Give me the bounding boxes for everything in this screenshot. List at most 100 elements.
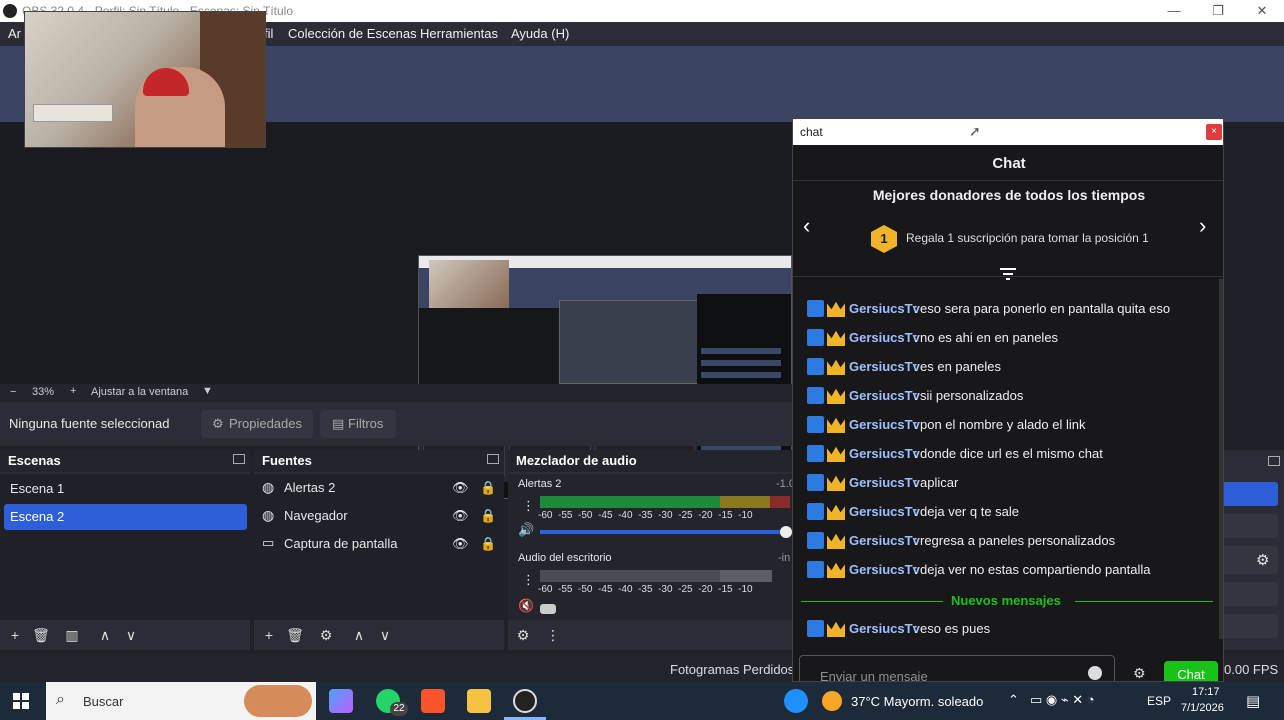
move-down-icon[interactable]: ∨ [376,626,394,644]
chat-text: regresa a paneles personalizados [920,533,1116,548]
scene-item[interactable]: Escena 1 [4,476,247,502]
chevron-right-icon[interactable]: › [1199,213,1206,239]
crown-badge-icon [827,301,845,317]
move-up-icon[interactable]: ∧ [350,626,368,644]
minimize-button[interactable]: — [1152,0,1196,22]
source-item[interactable]: ▭ Captura de pantalla 👁 🔒 [260,532,500,556]
clock-time[interactable]: 17:17 [1192,686,1220,698]
chat-text: sii personalizados [920,388,1024,403]
extension-badge-icon [807,300,824,317]
source-item[interactable]: ◍ Alertas 2 👁 🔒 [260,476,500,500]
maximize-button[interactable]: ❐ [1196,0,1240,22]
dock-float-icon[interactable] [233,454,245,464]
add-icon[interactable]: + [6,626,24,644]
chat-username[interactable]: GersiucsTv [849,621,920,636]
chat-text: aplicar [920,475,959,490]
emoji-icon[interactable] [1088,666,1102,680]
extension-badge-icon [807,358,824,375]
obs-taskbar-icon[interactable] [513,689,537,713]
crown-badge-icon [827,621,845,637]
chat-username[interactable]: GersiucsTv [849,475,920,490]
chat-username[interactable]: GersiucsTv [849,504,920,519]
notifications-icon[interactable]: ▤ [1246,692,1260,710]
tray-icons[interactable]: ▭ ◉ ⌁ ✕ ◔ [1030,692,1095,708]
filter-panel-icon[interactable]: ▥ [63,626,81,644]
chat-scrollbar[interactable] [1219,279,1223,639]
volume-slider-handle[interactable] [780,526,792,538]
taskbar-search[interactable]: ⌕ Buscar [46,682,316,720]
file-explorer-icon[interactable] [467,689,491,713]
copilot-icon[interactable] [329,689,353,713]
sun-weather-icon [822,691,842,711]
chevron-left-icon[interactable]: ‹ [803,213,810,239]
trash-icon[interactable]: 🗑 [286,626,304,644]
lock-icon[interactable]: 🔒 [480,480,496,496]
speaker-muted-icon[interactable]: 🔇 [518,598,534,614]
search-placeholder: Buscar [83,694,124,709]
chevron-up-icon[interactable]: ⌃ [1008,692,1019,708]
advanced-audio-icon[interactable]: ⚙ [514,626,532,644]
chat-username[interactable]: GersiucsTv [849,359,920,374]
chat-close-button[interactable]: × [1206,124,1222,140]
control-button[interactable] [1222,582,1278,606]
start-streaming-button[interactable] [1222,482,1278,506]
no-source-label: Ninguna fuente seleccionad [9,416,170,431]
trash-icon[interactable]: 🗑 [32,626,50,644]
zoom-out-button[interactable]: − [10,386,16,398]
clock-date[interactable]: 7/1/2026 [1181,702,1224,714]
weather-text[interactable]: 37°C Mayorm. soleado [851,694,983,709]
chat-username[interactable]: GersiucsTv [849,301,920,316]
more-vertical-icon[interactable]: ⋮ [522,572,535,588]
search-highlight-image [244,685,312,717]
chat-username[interactable]: GersiucsTv [849,330,920,345]
eye-icon[interactable]: 👁 [452,536,469,552]
dock-float-icon[interactable] [487,454,499,464]
preview-canvas[interactable] [0,122,792,499]
chat-username[interactable]: GersiucsTv [849,562,920,577]
menu-coleccion-escenas[interactable]: Colección de Escenas [288,26,417,41]
properties-label: Propiedades [229,416,302,431]
control-button[interactable] [1222,514,1278,538]
chat-window-titlebar[interactable]: chat ➚ × [793,119,1223,145]
move-down-icon[interactable]: ∨ [122,626,140,644]
more-vertical-icon[interactable]: ⋮ [544,626,562,644]
chat-settings-icon[interactable]: ⚙ [1133,666,1147,680]
zoom-in-button[interactable]: + [70,385,76,397]
chat-send-button[interactable]: Chat [1164,661,1218,681]
channel-name: Audio del escritorio [518,552,612,564]
scene-item-selected[interactable]: Escena 2 [4,504,247,530]
eye-icon[interactable]: 👁 [452,508,469,524]
chat-username[interactable]: GersiucsTv [849,388,920,403]
lock-icon[interactable]: 🔒 [480,508,496,524]
control-button[interactable] [1222,614,1278,638]
properties-button[interactable]: ⚙ Propiedades [201,410,313,438]
windows-start-icon[interactable] [13,693,29,712]
settings-button[interactable]: ⚙ [1222,546,1278,574]
help-icon[interactable] [784,689,808,713]
zoom-value: 33% [32,386,55,398]
gear-icon[interactable]: ⚙ [317,626,335,644]
source-item[interactable]: ◍ Navegador 👁 🔒 [260,504,500,528]
speaker-icon[interactable]: 🔊 [518,522,534,538]
chat-message-input[interactable]: Enviar un mensaje [799,655,1115,681]
more-vertical-icon[interactable]: ⋮ [522,498,535,514]
close-button[interactable]: ✕ [1240,0,1284,22]
chat-username[interactable]: GersiucsTv [849,446,920,461]
filter-icon[interactable] [1000,267,1016,280]
zoom-dropdown-icon[interactable]: ▼ [202,385,213,397]
lock-icon[interactable]: 🔒 [480,536,496,552]
volume-slider-handle[interactable] [540,604,556,614]
filters-button[interactable]: ▤ Filtros [320,410,396,438]
volume-slider[interactable] [540,530,786,534]
move-up-icon[interactable]: ∧ [96,626,114,644]
menu-herramientas[interactable]: Herramientas [420,26,498,41]
language-indicator[interactable]: ESP [1147,694,1171,708]
chat-username[interactable]: GersiucsTv [849,533,920,548]
menu-archivo[interactable]: Ar [8,26,21,41]
chat-username[interactable]: GersiucsTv [849,417,920,432]
brave-icon[interactable] [421,689,445,713]
add-icon[interactable]: + [260,626,278,644]
eye-icon[interactable]: 👁 [452,480,469,496]
dock-float-icon[interactable] [1268,456,1280,466]
menu-ayuda[interactable]: Ayuda (H) [511,26,569,41]
